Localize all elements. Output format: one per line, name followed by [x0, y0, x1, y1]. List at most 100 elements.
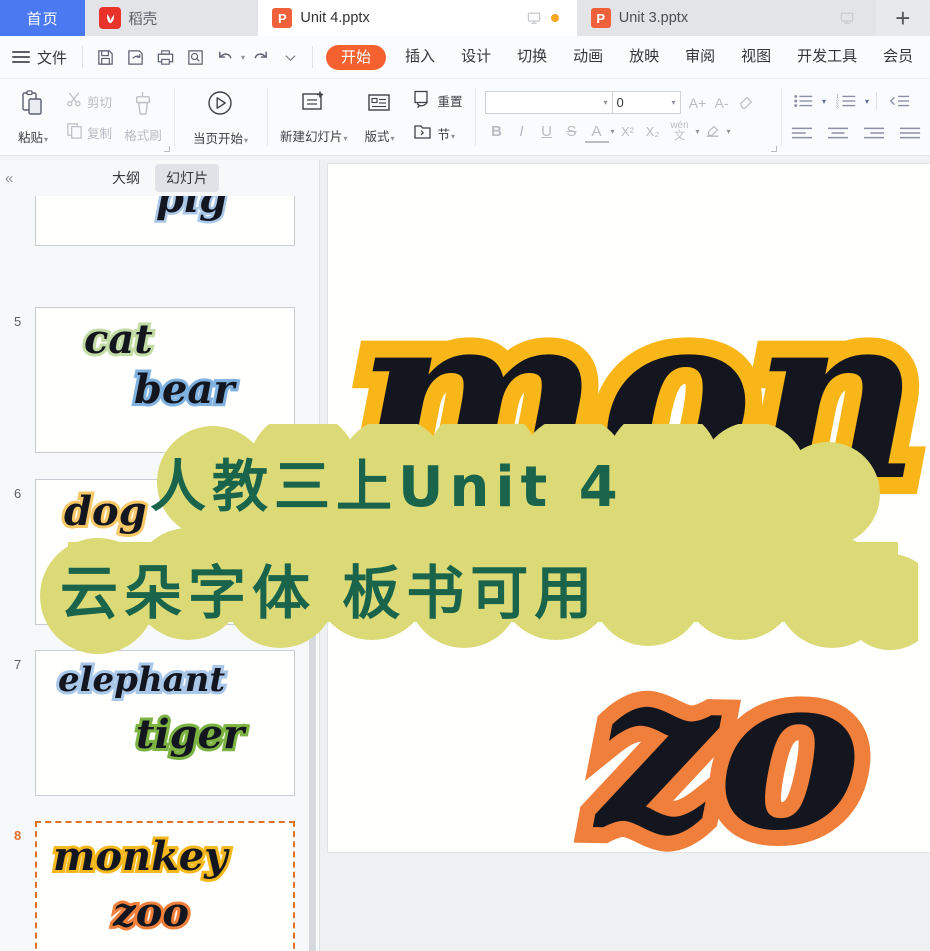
- tab-slides[interactable]: 幻灯片: [155, 164, 219, 192]
- clear-formatting-button: [734, 91, 758, 114]
- document-tab-unit3[interactable]: P Unit 3.pptx: [576, 0, 876, 36]
- svg-text:3: 3: [836, 104, 839, 109]
- numbering-button[interactable]: 1 2 3: [832, 90, 862, 113]
- plus-icon: +: [895, 2, 911, 33]
- thumbnail-scrollbar[interactable]: [309, 496, 316, 951]
- redo-icon[interactable]: [245, 43, 275, 71]
- subscript-button: X₂: [645, 124, 660, 139]
- menu-bar: 文件 ▾ 开始 插入 设计 切换 动画 放映 审阅 视图 开发工具 会员: [0, 36, 930, 79]
- numbering-caret-icon[interactable]: ▾: [865, 97, 869, 106]
- unsaved-indicator-dot: [550, 14, 559, 22]
- cut-label: 剪切: [87, 96, 113, 110]
- bullets-button[interactable]: [789, 90, 819, 113]
- reset-button[interactable]: 重置: [408, 87, 467, 115]
- font-dialog-launcher[interactable]: [771, 146, 778, 153]
- section-label: 节▾: [437, 128, 456, 142]
- ribbon-tab-start[interactable]: 开始: [326, 44, 387, 70]
- layout-button[interactable]: 版式▾: [353, 88, 405, 147]
- decrease-indent-button[interactable]: [884, 90, 914, 113]
- slide-canvas[interactable]: mon zo: [328, 164, 930, 852]
- increase-font-size-label: A+: [688, 94, 707, 111]
- underline-button: U: [541, 123, 552, 140]
- ribbon-tab-animation[interactable]: 动画: [560, 36, 616, 78]
- new-tab-button[interactable]: +: [875, 0, 930, 36]
- file-menu-label: 文件: [37, 49, 68, 67]
- paste-icon: [18, 89, 48, 124]
- chevron-down-icon[interactable]: ▾: [603, 98, 607, 107]
- highlight-icon: [705, 122, 721, 142]
- new-slide-icon: [299, 90, 329, 123]
- ribbon-group-font: ▾ 0 ▾ A+ A- B I U S A ▾ X² X₂ wén 文 ▾ ▾: [474, 79, 782, 155]
- bullets-caret-icon[interactable]: ▾: [822, 97, 826, 106]
- present-screen-icon[interactable]: [832, 11, 862, 25]
- divider: [312, 46, 314, 68]
- window-tab-bar: 首页 稻壳 P Unit 4.pptx P Unit 3.pptx +: [0, 0, 930, 36]
- home-tab[interactable]: 首页: [0, 0, 86, 36]
- home-tab-label: 首页: [26, 10, 59, 28]
- powerpoint-icon: P: [590, 8, 611, 28]
- slide-thumbnail-5[interactable]: cat bear: [35, 307, 295, 453]
- ribbon-tab-review[interactable]: 审阅: [672, 36, 728, 78]
- canvas-wordart-monkey[interactable]: mon: [339, 265, 930, 529]
- eraser-icon: [738, 93, 754, 113]
- format-painter-button: 格式刷: [117, 88, 169, 146]
- divider: [82, 46, 84, 68]
- align-center-button[interactable]: [825, 122, 851, 145]
- ribbon-tab-transition[interactable]: 切换: [504, 36, 560, 78]
- collapse-panel-button[interactable]: «: [5, 170, 13, 187]
- ribbon-group-clipboard: 粘贴▾ 剪切 复制 格式刷: [0, 79, 174, 155]
- wordart-elephant: elephant: [55, 660, 228, 700]
- tab-outline[interactable]: 大纲: [101, 164, 151, 192]
- ribbon-tab-view[interactable]: 视图: [728, 36, 784, 78]
- slide-thumbnail-8[interactable]: monkey zoo: [35, 821, 295, 951]
- align-left-button[interactable]: [789, 122, 815, 145]
- hamburger-icon: [12, 51, 30, 63]
- document-tab-unit4[interactable]: P Unit 4.pptx: [258, 0, 577, 36]
- customize-quick-access-icon[interactable]: [275, 43, 305, 71]
- thumbnail-list[interactable]: pig 5 cat bear 6 dog duck 7 elephant tig…: [0, 196, 320, 951]
- save-icon[interactable]: [90, 43, 120, 71]
- docer-tab-label: 稻壳: [128, 11, 158, 28]
- ribbon-tab-insert[interactable]: 插入: [392, 36, 448, 78]
- decrease-font-size-button: A-: [710, 91, 734, 114]
- bold-button: B: [491, 123, 502, 140]
- font-size-input[interactable]: 0 ▾: [612, 91, 681, 114]
- font-color-button: A: [584, 122, 609, 143]
- section-button[interactable]: 节▾: [408, 120, 467, 148]
- print-preview-icon[interactable]: [180, 43, 210, 71]
- undo-icon[interactable]: [210, 43, 240, 71]
- reset-icon: [413, 89, 433, 113]
- clipboard-dialog-launcher[interactable]: [164, 146, 171, 153]
- ribbon-tab-slideshow[interactable]: 放映: [616, 36, 672, 78]
- start-from-current-slide-label: 当页开始▾: [192, 131, 248, 146]
- ribbon-group-slides: 新建幻灯片▾ 版式▾ 重置 节▾: [266, 79, 475, 155]
- document-tab-label: Unit 3.pptx: [618, 10, 689, 26]
- present-screen-icon[interactable]: [519, 11, 549, 25]
- wordart-cat: cat: [81, 316, 156, 363]
- file-menu-button[interactable]: 文件: [8, 44, 75, 71]
- align-justify-button[interactable]: [897, 122, 923, 145]
- ribbon-tabs: 开始 插入 设计 切换 动画 放映 审阅 视图 开发工具 会员: [320, 36, 926, 78]
- ribbon-tab-developer[interactable]: 开发工具: [784, 36, 870, 78]
- copy-button: 复制: [61, 120, 117, 146]
- powerpoint-icon: P: [272, 8, 293, 28]
- text-highlight-button: [701, 120, 725, 143]
- slide-editing-stage[interactable]: mon zo: [320, 160, 930, 951]
- print-icon[interactable]: [150, 43, 180, 71]
- canvas-wordart-zoo[interactable]: zo: [580, 628, 877, 852]
- chevron-down-icon[interactable]: ▾: [671, 98, 675, 107]
- docer-tab[interactable]: 稻壳: [85, 0, 259, 36]
- ribbon-tab-design[interactable]: 设计: [448, 36, 504, 78]
- align-right-button[interactable]: [861, 122, 887, 145]
- slide-thumbnail-6[interactable]: dog duck: [35, 479, 295, 625]
- ribbon-tab-member[interactable]: 会员: [870, 36, 926, 78]
- paste-button[interactable]: 粘贴▾: [7, 87, 59, 148]
- font-name-input[interactable]: ▾: [484, 91, 613, 114]
- start-from-current-slide-button[interactable]: 当页开始▾: [187, 86, 254, 149]
- new-slide-button[interactable]: 新建幻灯片▾: [274, 88, 354, 147]
- slide-thumbnail-4[interactable]: pig: [35, 196, 295, 246]
- slide-thumbnail-7[interactable]: elephant tiger: [35, 650, 295, 796]
- docer-logo-icon: [99, 7, 122, 29]
- save-as-icon[interactable]: [120, 43, 150, 71]
- copy-label: 复制: [87, 127, 113, 141]
